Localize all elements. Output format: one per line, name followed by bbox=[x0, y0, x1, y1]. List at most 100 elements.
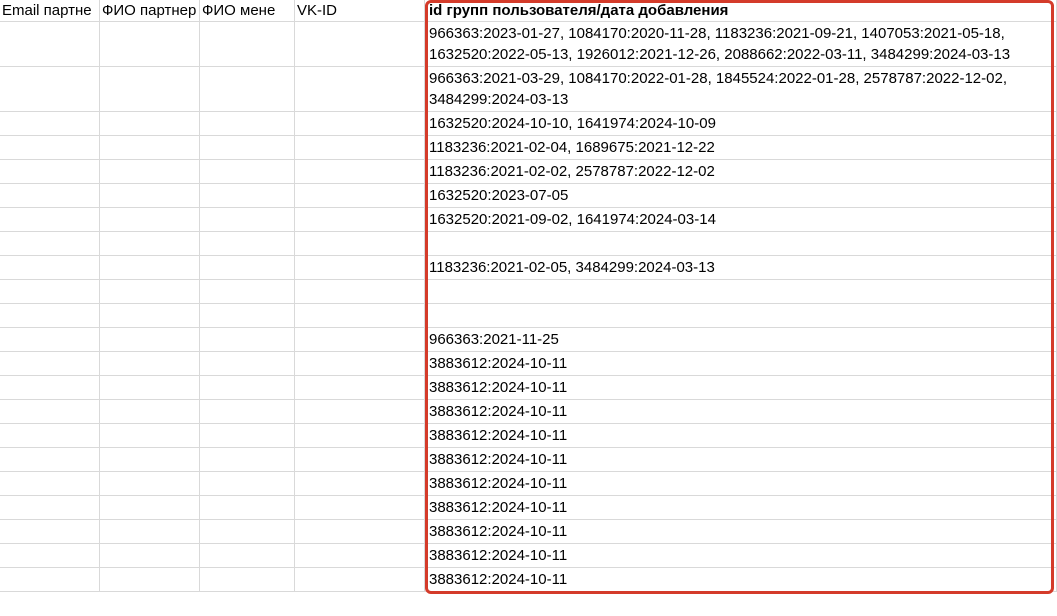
data-cell[interactable]: 3883612:2024-10-11 bbox=[425, 376, 1056, 400]
empty-cell[interactable] bbox=[0, 376, 99, 400]
empty-cell[interactable] bbox=[0, 22, 99, 67]
empty-cell[interactable] bbox=[0, 208, 99, 232]
empty-cell[interactable] bbox=[295, 22, 424, 67]
header-vk-id[interactable]: VK-ID bbox=[295, 0, 424, 22]
empty-cell[interactable] bbox=[200, 352, 294, 376]
empty-cell[interactable] bbox=[100, 400, 199, 424]
empty-cell[interactable] bbox=[0, 544, 99, 568]
empty-cell[interactable] bbox=[200, 112, 294, 136]
empty-cell[interactable] bbox=[100, 448, 199, 472]
empty-cell[interactable] bbox=[295, 328, 424, 352]
empty-cell[interactable] bbox=[295, 352, 424, 376]
empty-cell[interactable] bbox=[200, 280, 294, 304]
header-group-ids[interactable]: id групп пользователя/дата добавления bbox=[425, 0, 1056, 22]
empty-cell[interactable] bbox=[100, 136, 199, 160]
empty-cell[interactable] bbox=[100, 304, 199, 328]
empty-cell[interactable] bbox=[0, 424, 99, 448]
data-cell[interactable]: 3883612:2024-10-11 bbox=[425, 424, 1056, 448]
header-fio-manager[interactable]: ФИО мене bbox=[200, 0, 294, 22]
empty-cell[interactable] bbox=[0, 496, 99, 520]
empty-cell[interactable] bbox=[295, 280, 424, 304]
empty-cell[interactable] bbox=[295, 232, 424, 256]
data-cell[interactable]: 3883612:2024-10-11 bbox=[425, 520, 1056, 544]
empty-cell[interactable] bbox=[0, 136, 99, 160]
empty-cell[interactable] bbox=[100, 544, 199, 568]
empty-cell[interactable] bbox=[0, 304, 99, 328]
empty-cell[interactable] bbox=[100, 184, 199, 208]
empty-cell[interactable] bbox=[0, 568, 99, 592]
empty-cell[interactable] bbox=[0, 352, 99, 376]
empty-cell[interactable] bbox=[200, 400, 294, 424]
empty-cell[interactable] bbox=[295, 304, 424, 328]
empty-cell[interactable] bbox=[100, 22, 199, 67]
data-cell[interactable] bbox=[425, 304, 1056, 328]
data-cell[interactable]: 1183236:2021-02-05, 3484299:2024-03-13 bbox=[425, 256, 1056, 280]
data-cell[interactable] bbox=[425, 232, 1056, 256]
data-cell[interactable] bbox=[425, 280, 1056, 304]
empty-cell[interactable] bbox=[100, 328, 199, 352]
empty-cell[interactable] bbox=[100, 256, 199, 280]
empty-cell[interactable] bbox=[295, 568, 424, 592]
data-cell[interactable]: 1183236:2021-02-02, 2578787:2022-12-02 bbox=[425, 160, 1056, 184]
empty-cell[interactable] bbox=[100, 112, 199, 136]
empty-cell[interactable] bbox=[0, 112, 99, 136]
data-cell[interactable]: 3883612:2024-10-11 bbox=[425, 352, 1056, 376]
empty-cell[interactable] bbox=[295, 376, 424, 400]
empty-cell[interactable] bbox=[295, 424, 424, 448]
empty-cell[interactable] bbox=[295, 544, 424, 568]
empty-cell[interactable] bbox=[295, 160, 424, 184]
empty-cell[interactable] bbox=[200, 208, 294, 232]
empty-cell[interactable] bbox=[100, 424, 199, 448]
header-email-partner[interactable]: Email партне bbox=[0, 0, 99, 22]
empty-cell[interactable] bbox=[200, 67, 294, 112]
data-cell[interactable]: 966363:2021-11-25 bbox=[425, 328, 1056, 352]
empty-cell[interactable] bbox=[0, 448, 99, 472]
empty-cell[interactable] bbox=[200, 22, 294, 67]
empty-cell[interactable] bbox=[200, 256, 294, 280]
data-cell[interactable]: 3883612:2024-10-11 bbox=[425, 400, 1056, 424]
empty-cell[interactable] bbox=[100, 232, 199, 256]
empty-cell[interactable] bbox=[295, 184, 424, 208]
empty-cell[interactable] bbox=[295, 472, 424, 496]
empty-cell[interactable] bbox=[0, 67, 99, 112]
empty-cell[interactable] bbox=[295, 136, 424, 160]
empty-cell[interactable] bbox=[200, 184, 294, 208]
data-cell[interactable]: 3883612:2024-10-11 bbox=[425, 496, 1056, 520]
empty-cell[interactable] bbox=[200, 544, 294, 568]
data-cell[interactable]: 1632520:2024-10-10, 1641974:2024-10-09 bbox=[425, 112, 1056, 136]
empty-cell[interactable] bbox=[200, 568, 294, 592]
data-cell[interactable]: 966363:2023-01-27, 1084170:2020-11-28, 1… bbox=[425, 22, 1056, 67]
empty-cell[interactable] bbox=[100, 352, 199, 376]
data-cell[interactable]: 1632520:2023-07-05 bbox=[425, 184, 1056, 208]
data-cell[interactable]: 966363:2021-03-29, 1084170:2022-01-28, 1… bbox=[425, 67, 1056, 112]
empty-cell[interactable] bbox=[100, 376, 199, 400]
empty-cell[interactable] bbox=[295, 208, 424, 232]
empty-cell[interactable] bbox=[200, 424, 294, 448]
empty-cell[interactable] bbox=[200, 304, 294, 328]
empty-cell[interactable] bbox=[100, 472, 199, 496]
empty-cell[interactable] bbox=[295, 400, 424, 424]
empty-cell[interactable] bbox=[295, 67, 424, 112]
empty-cell[interactable] bbox=[100, 67, 199, 112]
empty-cell[interactable] bbox=[100, 280, 199, 304]
empty-cell[interactable] bbox=[200, 160, 294, 184]
data-cell[interactable]: 3883612:2024-10-11 bbox=[425, 568, 1056, 592]
empty-cell[interactable] bbox=[0, 256, 99, 280]
empty-cell[interactable] bbox=[200, 232, 294, 256]
empty-cell[interactable] bbox=[200, 376, 294, 400]
empty-cell[interactable] bbox=[0, 520, 99, 544]
empty-cell[interactable] bbox=[295, 448, 424, 472]
empty-cell[interactable] bbox=[0, 472, 99, 496]
empty-cell[interactable] bbox=[0, 328, 99, 352]
empty-cell[interactable] bbox=[200, 136, 294, 160]
empty-cell[interactable] bbox=[295, 496, 424, 520]
empty-cell[interactable] bbox=[100, 208, 199, 232]
empty-cell[interactable] bbox=[295, 256, 424, 280]
header-fio-partner[interactable]: ФИО партнер bbox=[100, 0, 199, 22]
empty-cell[interactable] bbox=[200, 520, 294, 544]
empty-cell[interactable] bbox=[295, 520, 424, 544]
empty-cell[interactable] bbox=[100, 496, 199, 520]
empty-cell[interactable] bbox=[200, 448, 294, 472]
empty-cell[interactable] bbox=[200, 328, 294, 352]
empty-cell[interactable] bbox=[0, 184, 99, 208]
